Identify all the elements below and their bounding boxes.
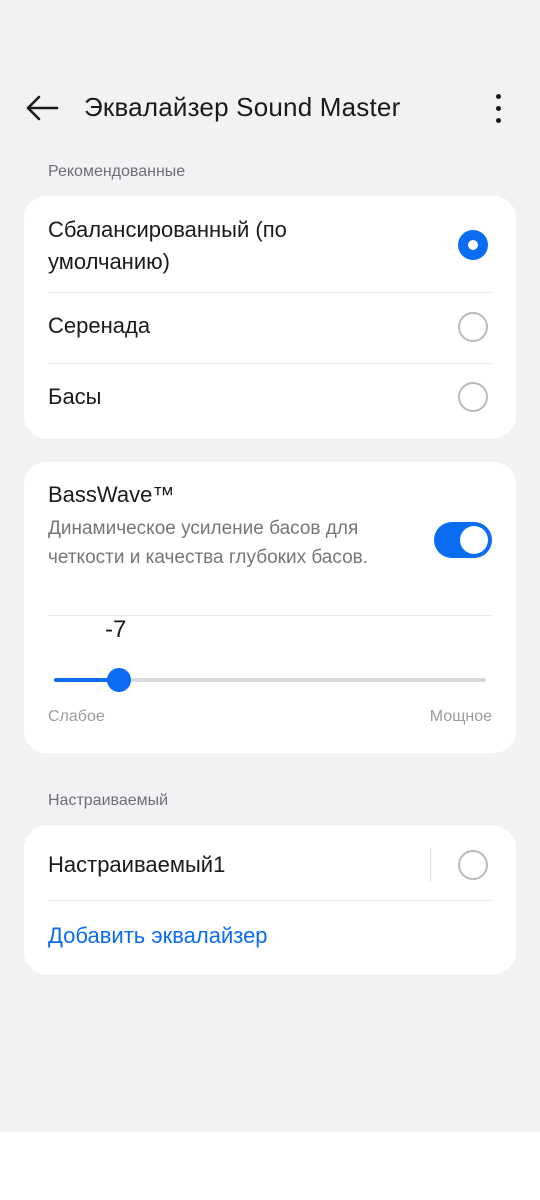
back-button[interactable] [20, 88, 64, 128]
recommended-presets-card: Сбалансированный (по умолчанию) Серенада… [24, 196, 516, 438]
app-bar: Эквалайзер Sound Master [0, 72, 540, 144]
basswave-title: BassWave™ [48, 482, 175, 507]
preset-label: Басы [48, 384, 102, 409]
custom-preset-row[interactable]: Настраиваемый1 [24, 826, 516, 902]
arrow-left-icon [26, 95, 59, 121]
custom-preset-label: Настраиваемый1 [48, 852, 226, 877]
preset-label: Сбалансированный (по умолчанию) [48, 217, 287, 274]
more-vertical-icon [495, 93, 501, 123]
preset-radio-bass[interactable] [458, 382, 488, 412]
recommended-section-label: Рекомендованные [48, 163, 186, 180]
vertical-divider [430, 848, 431, 882]
bass-level-value: -7 [105, 616, 127, 643]
navigation-bar [0, 1132, 540, 1200]
custom-preset-radio[interactable] [458, 850, 488, 880]
preset-row-serenade[interactable]: Серенада [24, 293, 516, 363]
divider [48, 900, 492, 901]
bass-level-slider[interactable] [54, 668, 486, 692]
toggle-knob [460, 526, 488, 554]
preset-row-balanced[interactable]: Сбалансированный (по умолчанию) [24, 196, 516, 292]
basswave-toggle[interactable] [434, 522, 492, 558]
preset-row-bass[interactable]: Басы [24, 364, 516, 438]
basswave-card: BassWave™ Динамическое усиление басов дл… [24, 462, 516, 753]
slider-thumb[interactable] [107, 668, 131, 692]
custom-presets-card: Настраиваемый1 Добавить эквалайзер [24, 826, 516, 974]
add-equalizer-link[interactable]: Добавить эквалайзер [48, 923, 268, 949]
slider-max-label: Мощное [429, 708, 492, 725]
preset-radio-balanced[interactable] [458, 230, 488, 260]
slider-min-label: Слабое [48, 708, 105, 725]
page-title: Эквалайзер Sound Master [84, 92, 401, 122]
preset-label: Серенада [48, 313, 151, 338]
more-options-button[interactable] [480, 86, 516, 130]
custom-section-label: Настраиваемый [48, 792, 169, 809]
basswave-description: Динамическое усиление басов для четкости… [48, 518, 369, 568]
equalizer-screen: Эквалайзер Sound Master Рекомендованные … [0, 0, 540, 1132]
preset-radio-serenade[interactable] [458, 312, 488, 342]
